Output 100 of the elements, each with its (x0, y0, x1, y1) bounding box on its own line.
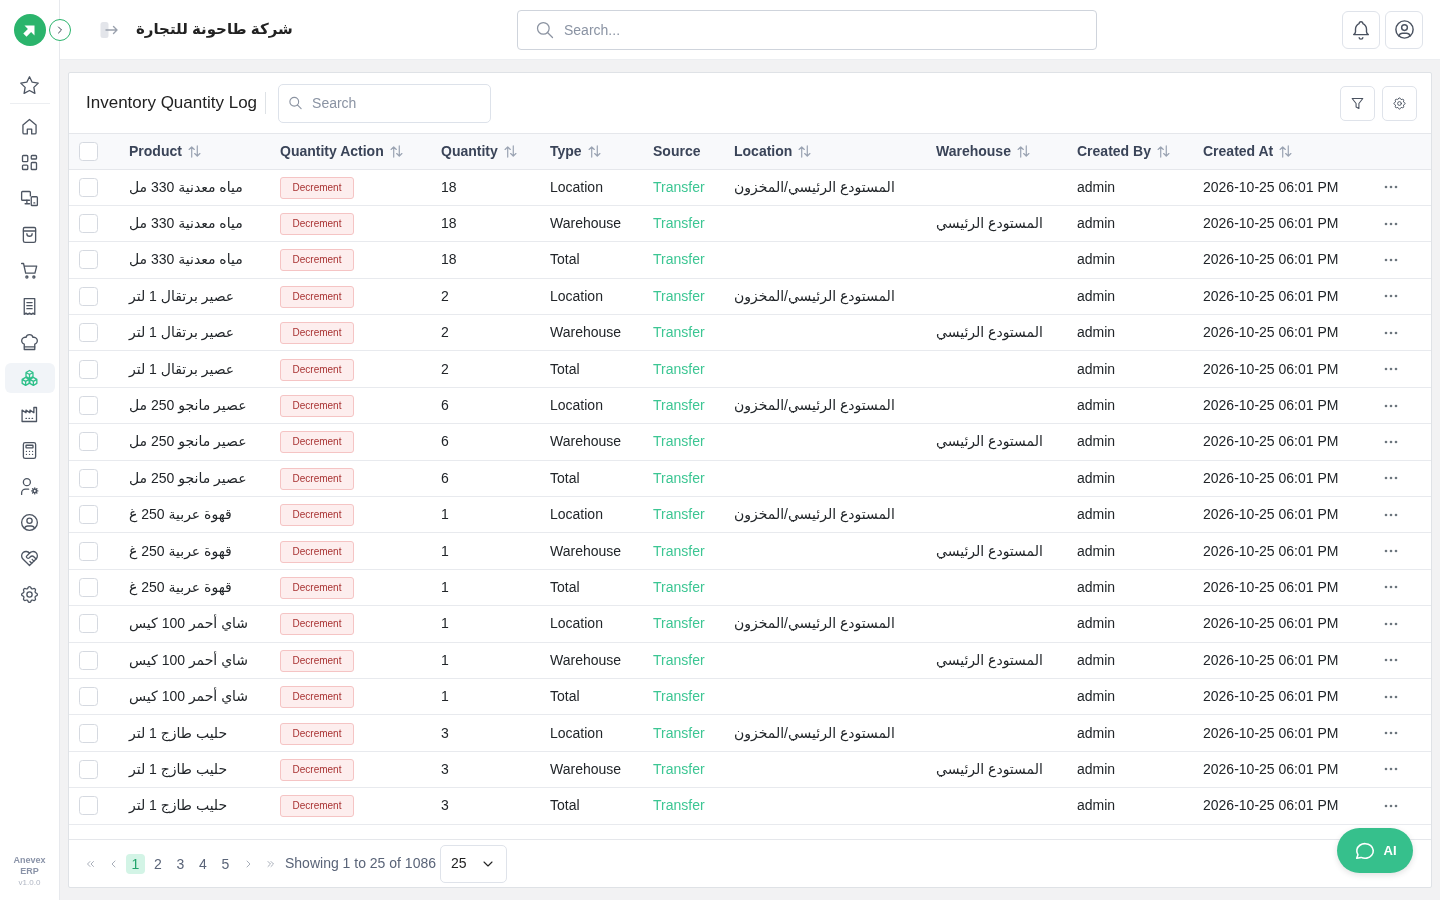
more-icon[interactable] (1384, 549, 1398, 554)
row-checkbox[interactable] (79, 687, 98, 707)
quantity-value: 18 (441, 251, 457, 268)
more-icon[interactable] (1384, 512, 1398, 517)
sort-icon (1156, 144, 1170, 158)
warehouse-name: المستودع الرئيسي (936, 542, 1043, 559)
source-link[interactable]: Transfer (653, 287, 705, 304)
more-icon[interactable] (1384, 367, 1398, 372)
type-label: Warehouse (550, 760, 622, 777)
more-icon[interactable] (1384, 694, 1398, 699)
filter-button[interactable] (1340, 85, 1375, 121)
action-badge: Decrement (280, 431, 354, 454)
expand-button[interactable] (49, 19, 71, 41)
source-link[interactable]: Transfer (653, 760, 705, 777)
page-button[interactable]: 1 (126, 853, 145, 874)
action-badge: Decrement (280, 504, 354, 527)
source-link[interactable]: Transfer (653, 688, 705, 705)
source-link[interactable]: Transfer (653, 615, 705, 632)
page-button[interactable]: 5 (216, 853, 235, 874)
source-link[interactable]: Transfer (653, 797, 705, 814)
source-link[interactable]: Transfer (653, 251, 705, 268)
product-name: قهوة عربية 250 غ (129, 579, 232, 595)
more-icon[interactable] (1384, 294, 1398, 299)
product-name: عصير برتقال 1 لتر (129, 287, 235, 304)
more-icon[interactable] (1384, 403, 1398, 408)
creator-name: admin (1077, 178, 1116, 195)
more-icon[interactable] (1384, 330, 1398, 335)
notifications-button[interactable] (1342, 10, 1380, 49)
row-checkbox[interactable] (79, 177, 98, 197)
more-icon[interactable] (1384, 185, 1398, 190)
row-checkbox[interactable] (79, 650, 98, 670)
panel-arrow-icon[interactable] (100, 20, 118, 39)
row-checkbox[interactable] (79, 432, 98, 452)
row-checkbox[interactable] (79, 505, 98, 525)
more-icon[interactable] (1384, 621, 1398, 626)
product-name: عصير مانجو 250 مل (129, 433, 247, 450)
page-button[interactable]: 3 (171, 853, 190, 874)
action-badge: Decrement (280, 613, 354, 636)
row-checkbox[interactable] (79, 723, 98, 743)
timestamp: 2026-10-25 06:01 PM (1203, 760, 1339, 777)
source-link[interactable]: Transfer (653, 651, 705, 668)
row-checkbox[interactable] (79, 468, 98, 488)
page-button[interactable]: 2 (148, 853, 168, 874)
user-circle-icon (19, 511, 40, 533)
action-badge: Decrement (280, 395, 354, 418)
timestamp: 2026-10-25 06:01 PM (1203, 651, 1339, 668)
page-size-select[interactable]: 25 (440, 844, 507, 883)
source-link[interactable]: Transfer (653, 542, 705, 559)
more-icon[interactable] (1384, 476, 1398, 481)
page-button[interactable]: 4 (193, 853, 213, 874)
row-checkbox[interactable] (79, 286, 98, 306)
settings-icon (19, 583, 40, 605)
creator-name: admin (1077, 324, 1116, 341)
row-checkbox[interactable] (79, 359, 98, 379)
more-icon[interactable] (1384, 767, 1398, 772)
row-checkbox[interactable] (79, 214, 98, 234)
more-icon[interactable] (1384, 658, 1398, 663)
creator-name: admin (1077, 688, 1116, 705)
profile-button[interactable] (1385, 10, 1423, 49)
row-checkbox[interactable] (79, 614, 98, 634)
timestamp: 2026-10-25 06:01 PM (1203, 251, 1339, 268)
search-field[interactable]: Search... (517, 9, 1097, 50)
row-checkbox[interactable] (79, 759, 98, 779)
action-badge: Decrement (280, 758, 354, 781)
source-link[interactable]: Transfer (653, 724, 705, 741)
more-icon[interactable] (1384, 221, 1398, 226)
source-link[interactable]: Transfer (653, 397, 705, 414)
source-link[interactable]: Transfer (653, 469, 705, 486)
more-icon[interactable] (1384, 439, 1398, 444)
location-name: المستودع الرئيسي/المخزون (734, 287, 895, 304)
row-checkbox[interactable] (79, 250, 98, 270)
source-link[interactable]: Transfer (653, 579, 705, 595)
quantity-value: 1 (441, 651, 449, 668)
type-label: Location (550, 724, 603, 741)
source-link[interactable]: Transfer (653, 506, 705, 523)
quantity-value: 6 (441, 397, 449, 414)
warehouse-name: المستودع الرئيسي (936, 760, 1043, 777)
row-checkbox[interactable] (79, 396, 98, 416)
settings-button[interactable] (1382, 85, 1417, 121)
more-icon[interactable] (1384, 257, 1398, 262)
type-label: Warehouse (550, 433, 622, 450)
row-checkbox[interactable] (79, 578, 98, 597)
source-link[interactable]: Transfer (653, 324, 705, 341)
search-field[interactable]: Search (278, 83, 492, 123)
source-link[interactable]: Transfer (653, 433, 705, 450)
sort-icon (187, 144, 201, 158)
product-name: عصير برتقال 1 لتر (129, 360, 235, 377)
source-link[interactable]: Transfer (653, 360, 705, 377)
source-link[interactable]: Transfer (653, 178, 705, 195)
more-icon[interactable] (1384, 803, 1398, 808)
more-icon[interactable] (1384, 585, 1398, 590)
select-all-checkbox[interactable] (79, 141, 98, 161)
type-label: Total (550, 688, 580, 705)
location-name: المستودع الرئيسي/المخزون (734, 178, 895, 195)
row-checkbox[interactable] (79, 541, 98, 561)
timestamp: 2026-10-25 06:01 PM (1203, 178, 1339, 195)
row-checkbox[interactable] (79, 796, 98, 816)
row-checkbox[interactable] (79, 323, 98, 343)
source-link[interactable]: Transfer (653, 215, 705, 232)
more-icon[interactable] (1384, 731, 1398, 736)
